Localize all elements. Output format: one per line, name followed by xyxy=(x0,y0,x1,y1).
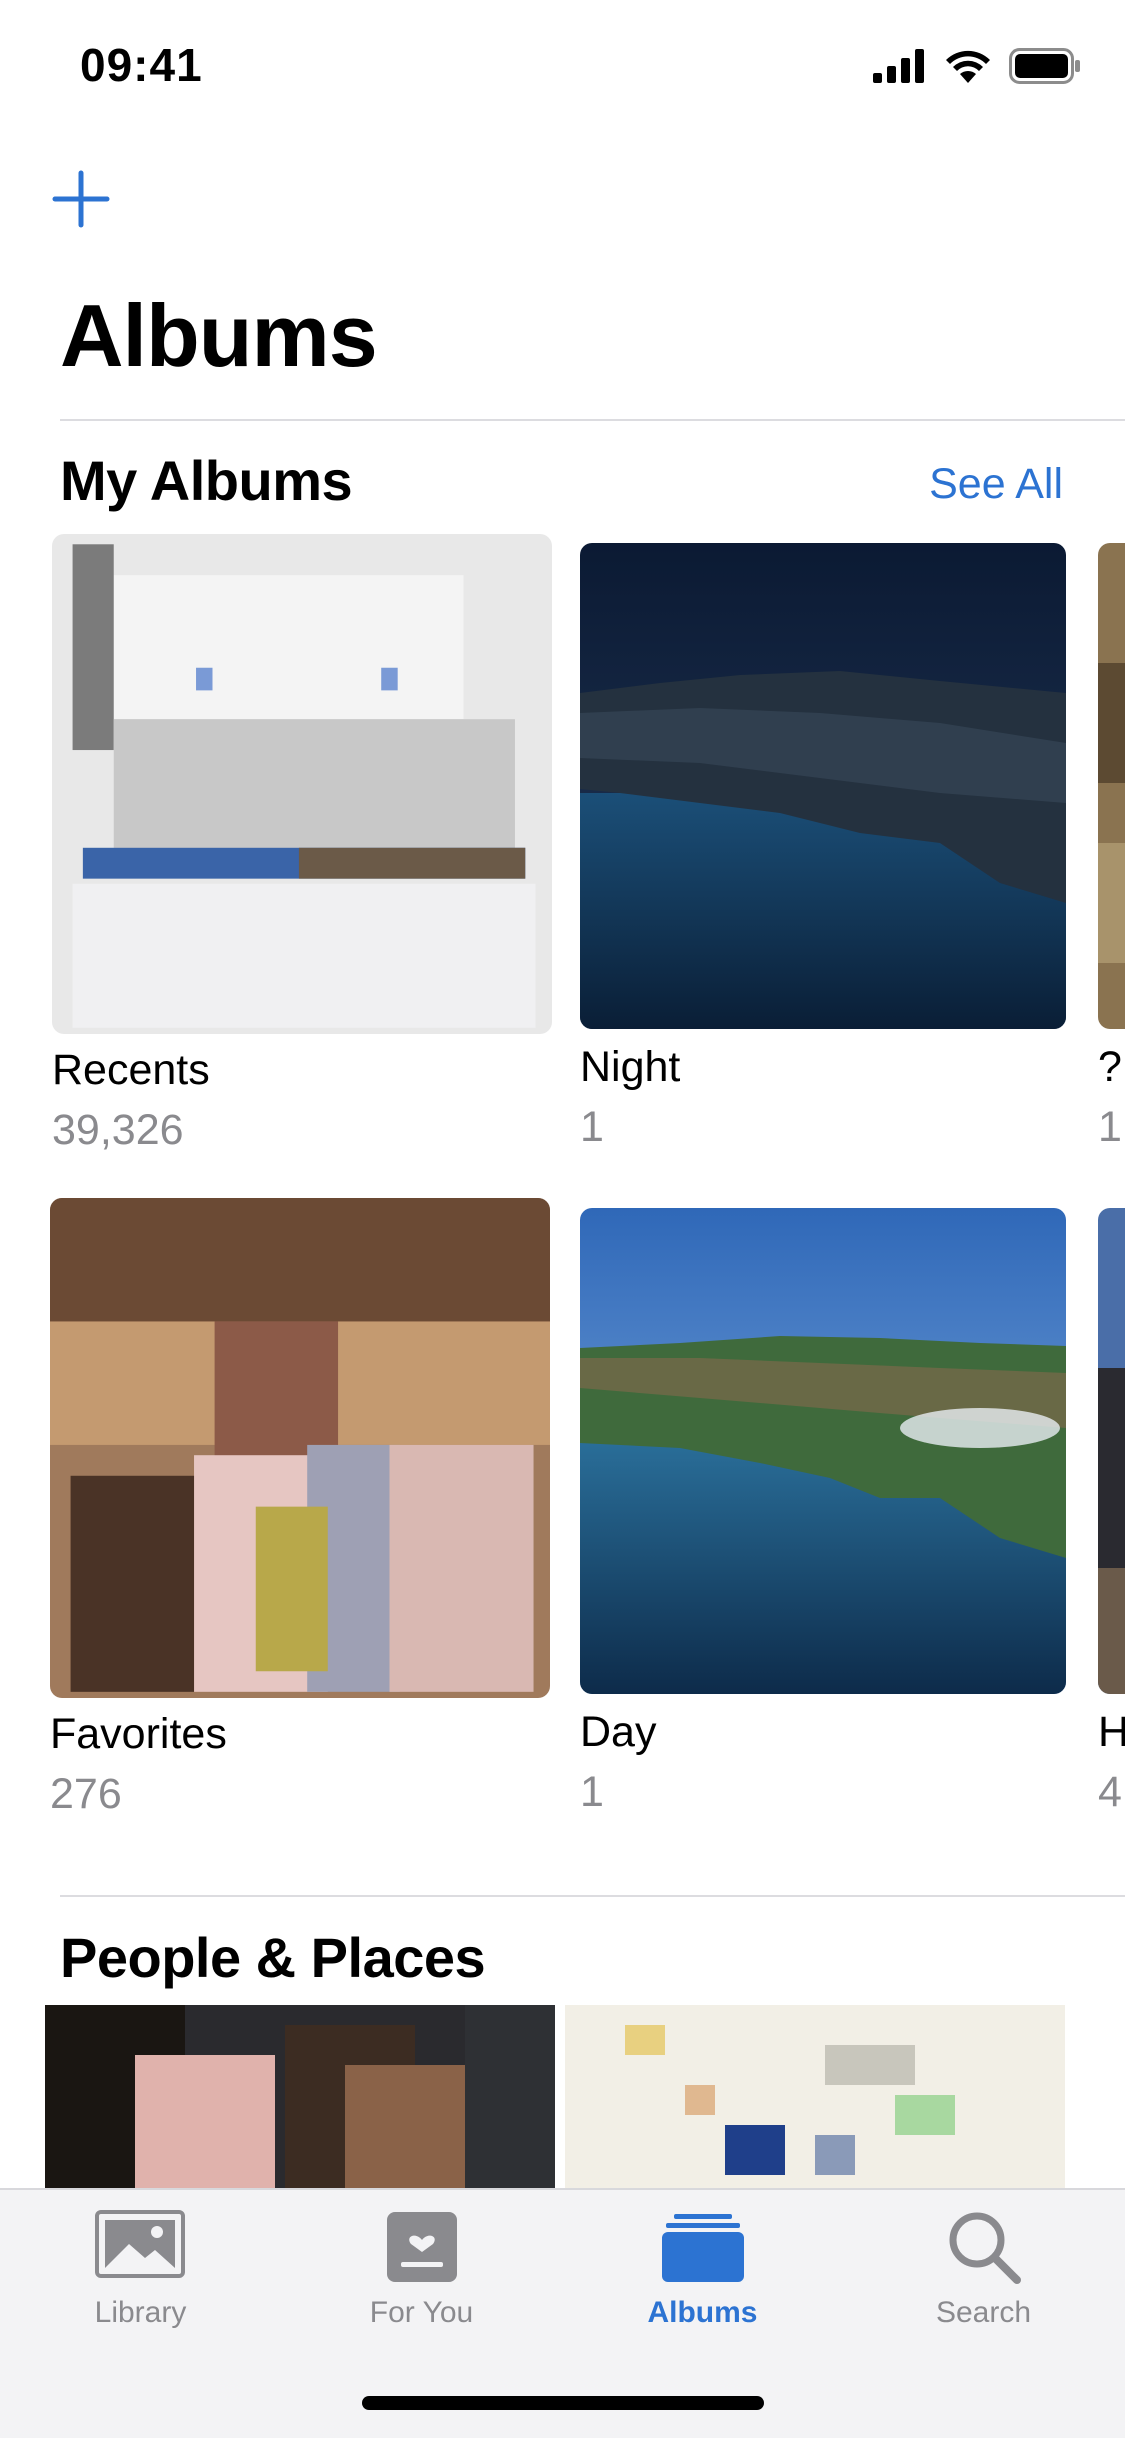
my-albums-title: My Albums xyxy=(60,449,353,512)
people-places-title: People & Places xyxy=(60,1926,486,1989)
status-icons xyxy=(873,48,1081,84)
tab-albums[interactable]: Albums xyxy=(562,2190,843,2370)
album-name: Day xyxy=(580,1708,657,1756)
tab-label: For You xyxy=(369,2296,474,2329)
home-indicator[interactable] xyxy=(362,2396,764,2410)
album-name: Night xyxy=(580,1043,681,1091)
album-thumbnail xyxy=(580,1208,1066,1694)
add-album-button[interactable] xyxy=(52,170,110,228)
tab-for-you[interactable]: For You xyxy=(281,2190,562,2370)
page-title: Albums xyxy=(60,286,378,385)
tab-search[interactable]: Search xyxy=(843,2190,1124,2370)
album-thumbnail xyxy=(50,1198,550,1698)
album-thumbnail xyxy=(1098,543,1125,1029)
people-album-thumbnail[interactable] xyxy=(45,2005,555,2188)
status-bar: 09:41 xyxy=(0,0,1125,140)
album-count: 39,326 xyxy=(52,1106,184,1154)
album-partial-2[interactable]: H 4 xyxy=(1098,1208,1125,1848)
album-name: Favorites xyxy=(50,1710,227,1758)
album-night[interactable]: Night 1 xyxy=(580,543,1066,1183)
search-icon xyxy=(949,2212,1021,2284)
album-count: 1 xyxy=(1098,1103,1122,1151)
tab-label: Search xyxy=(935,2296,1032,2329)
tab-label: Albums xyxy=(647,2296,758,2329)
album-thumbnail xyxy=(1098,1208,1125,1694)
tab-library[interactable]: Library xyxy=(0,2190,281,2370)
tab-label: Library xyxy=(94,2296,187,2329)
photo-library-icon xyxy=(94,2210,185,2278)
album-recents[interactable]: Recents 39,326 xyxy=(52,534,552,1174)
album-name: ? xyxy=(1098,1043,1122,1091)
album-count: 4 xyxy=(1098,1768,1122,1816)
album-count: 276 xyxy=(50,1770,122,1818)
divider xyxy=(60,419,1125,421)
see-all-button[interactable]: See All xyxy=(929,460,1063,509)
album-day[interactable]: Day 1 xyxy=(580,1208,1066,1848)
cellular-signal-icon xyxy=(873,49,924,83)
album-name: H xyxy=(1098,1708,1125,1756)
status-time: 09:41 xyxy=(80,39,203,91)
album-count: 1 xyxy=(580,1768,604,1816)
albums-icon xyxy=(661,2214,744,2282)
album-count: 1 xyxy=(580,1103,604,1151)
divider xyxy=(60,1895,1125,1897)
album-name: Recents xyxy=(52,1046,210,1094)
album-favorites[interactable]: Favorites 276 xyxy=(50,1198,550,1838)
places-album-thumbnail[interactable] xyxy=(565,2005,1065,2188)
album-partial-1[interactable]: ? 1 xyxy=(1098,543,1125,1183)
wifi-icon xyxy=(946,50,990,83)
album-thumbnail xyxy=(52,534,552,1034)
battery-icon xyxy=(1009,48,1080,84)
for-you-icon xyxy=(386,2212,457,2282)
album-thumbnail xyxy=(580,543,1066,1029)
